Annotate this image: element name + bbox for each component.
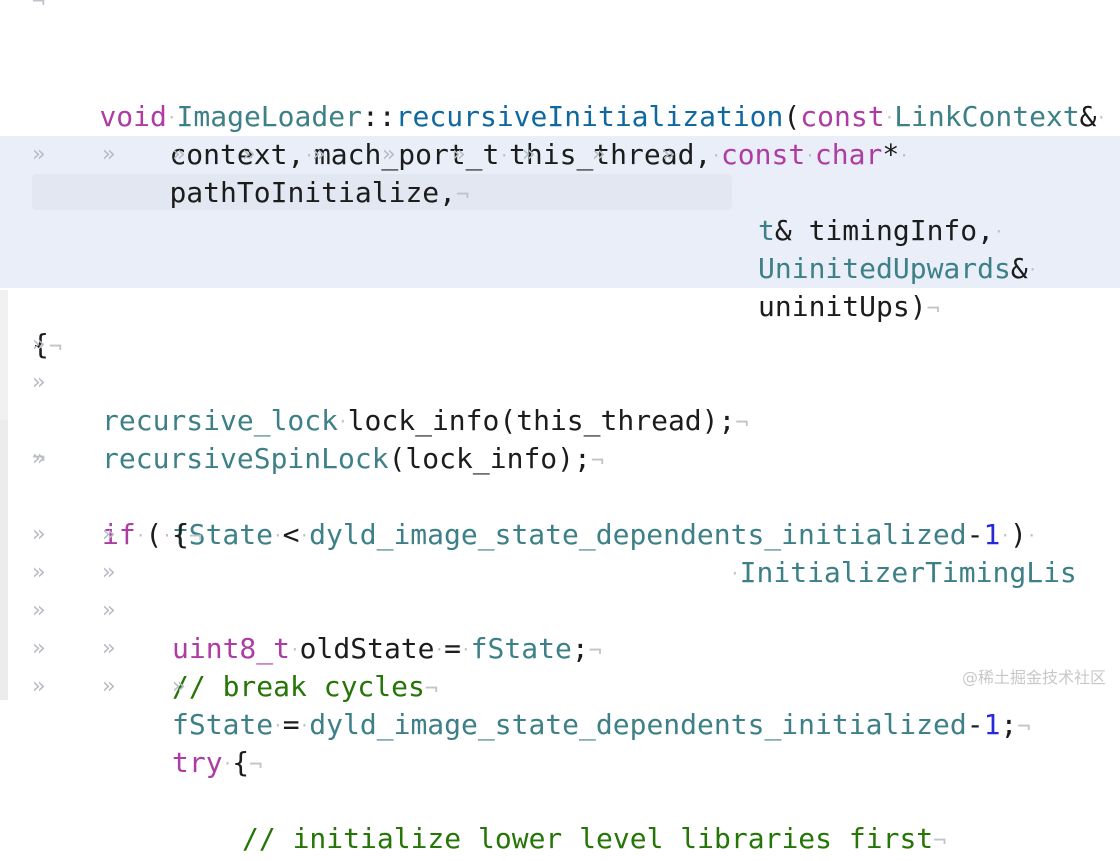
tab-glyph: » (32, 560, 46, 585)
code-line-14[interactable]: » » uint8_t·oldState·=·fState;¬ (0, 516, 1120, 665)
tab-glyph: » (32, 142, 46, 167)
tab-glyph: » (32, 522, 46, 547)
code-line-2[interactable]: context,·mach_port_t·this_thread,·const·… (0, 60, 1120, 171)
tab-glyph: » (32, 598, 46, 623)
tab-glyph: » (452, 142, 466, 167)
code-line-4[interactable]: » » » » » » » » » » ·InitializerTimingLi… (0, 136, 1120, 589)
code-line-6[interactable]: UninitedUpwards&· (0, 212, 1120, 285)
code-line-0: ¬ (0, 0, 1120, 22)
code-line-10[interactable]: » recursiveSpinLock(lock_info);¬ (0, 364, 1120, 475)
tab-glyph: » (102, 560, 116, 585)
code-line-13[interactable]: {¬ (0, 478, 1120, 551)
tab-glyph: » (32, 332, 46, 357)
tab-glyph: » (172, 142, 186, 167)
comment: // initialize lower level libraries firs… (242, 822, 934, 855)
code-line-15[interactable]: » » // break cycles¬ (0, 554, 1120, 703)
tab-glyph: » (592, 142, 606, 167)
code-line-12[interactable]: » if·(·fState·<·dyld_image_state_depende… (0, 440, 1120, 551)
tab-glyph: » (32, 674, 46, 699)
tab-glyph: » (312, 142, 326, 167)
tab-glyph: » (172, 674, 186, 699)
code-line-5[interactable]: t& timingInfo,· (0, 174, 1120, 247)
code-line-17[interactable]: » » try·{¬ (0, 630, 1120, 779)
tab-glyph: » (242, 142, 256, 167)
code-line-1[interactable]: void·ImageLoader::recursiveInitializatio… (0, 22, 1120, 133)
tab-glyph: » (102, 636, 116, 661)
tab-glyph: » (32, 636, 46, 661)
code-line-9[interactable]: » recursive_lock·lock_info(this_thread);… (0, 326, 1120, 437)
tab-glyph: » (522, 142, 536, 167)
tab-glyph: » (102, 674, 116, 699)
return-glyph: ¬ (32, 0, 46, 15)
code-line-16[interactable]: » » fState·=·dyld_image_state_dependents… (0, 592, 1120, 741)
code-line-11[interactable]: ¬ (0, 402, 1120, 471)
tab-glyph: » (102, 522, 116, 547)
code-line-8[interactable]: {¬ (0, 288, 1120, 361)
tab-glyph: » (102, 142, 116, 167)
tab-glyph: » (102, 598, 116, 623)
tab-glyph: » (662, 142, 676, 167)
tab-glyph: » (32, 446, 46, 471)
code-line-18[interactable]: » » » // initialize lower level librarie… (0, 668, 1120, 855)
code-line-7[interactable]: uninitUps)¬ (0, 250, 1120, 323)
watermark: @稀土掘金技术社区 (961, 668, 1106, 687)
tab-glyph: » (382, 142, 396, 167)
tab-glyph: » (32, 370, 46, 395)
code-line-3[interactable]: pathToInitialize,¬ (0, 98, 1120, 209)
